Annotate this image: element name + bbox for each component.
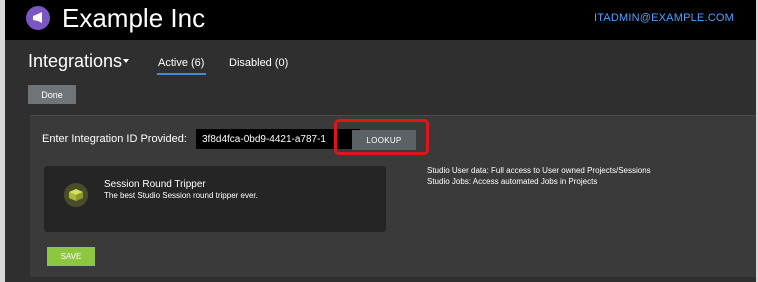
integration-card: Session Round Tripper The best Studio Se… (44, 166, 386, 232)
done-button[interactable]: Done (28, 85, 76, 104)
integrations-page: Integrations Active (6) Disabled (0) Don… (5, 40, 756, 282)
section-title[interactable]: Integrations (28, 50, 122, 72)
integration-panel: Enter Integration ID Provided: 3f8d4fca-… (30, 115, 756, 277)
app-frame: Example Inc ITADMIN@EXAMPLE.COM Integrat… (5, 0, 756, 282)
tab-disabled[interactable]: Disabled (0) (229, 56, 288, 70)
active-tab-indicator (157, 73, 206, 75)
user-menu[interactable]: ITADMIN@EXAMPLE.COM (594, 12, 734, 24)
cube-icon (64, 183, 88, 207)
integration-id-label: Enter Integration ID Provided: (42, 133, 187, 145)
tab-active[interactable]: Active (6) (158, 56, 204, 70)
megaphone-icon (26, 6, 50, 30)
divider (30, 115, 756, 116)
scope-item: Studio Jobs: Access automated Jobs in Pr… (427, 177, 598, 186)
app-title: Example Inc (62, 3, 206, 33)
lookup-button[interactable]: LOOKUP (352, 130, 416, 150)
top-bar: Example Inc ITADMIN@EXAMPLE.COM (5, 0, 756, 38)
integration-description: The best Studio Session round tripper ev… (104, 191, 258, 200)
scope-item: Studio User data: Full access to User ow… (427, 166, 651, 175)
save-button[interactable]: SAVE (47, 247, 95, 266)
caret-down-icon[interactable] (123, 59, 129, 63)
integration-name: Session Round Tripper (104, 179, 206, 190)
